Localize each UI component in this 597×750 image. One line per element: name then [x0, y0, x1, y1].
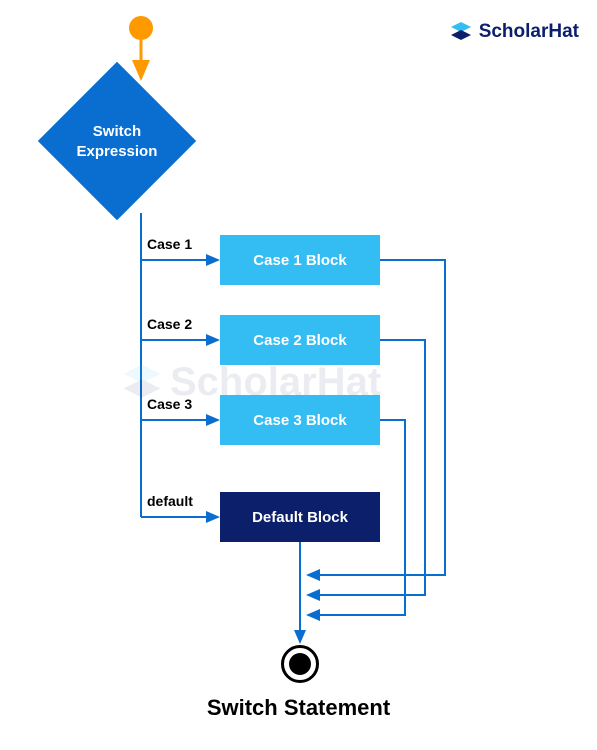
case3-label: Case 3 [147, 396, 192, 412]
default-block: Default Block [220, 492, 380, 542]
case2-block: Case 2 Block [220, 315, 380, 365]
diagram-title: Switch Statement [0, 695, 597, 721]
brand-icon [449, 20, 473, 44]
switch-line1: Switch [93, 123, 141, 140]
case1-label: Case 1 [147, 236, 192, 252]
start-node [129, 16, 153, 40]
switch-decision-label: Switch Expression [77, 122, 158, 161]
case2-label: Case 2 [147, 316, 192, 332]
default-label: default [147, 493, 193, 509]
flowchart-stage: Switch Expression Case 1 Case 2 Case 3 d… [0, 0, 597, 750]
switch-decision-wrap: Switch Expression [61, 85, 173, 197]
end-node-fill [289, 653, 311, 675]
end-node [281, 645, 319, 683]
brand-name: ScholarHat [479, 21, 579, 43]
brand-logo: ScholarHat [449, 20, 579, 44]
switch-decision: Switch Expression [38, 62, 196, 220]
case3-block: Case 3 Block [220, 395, 380, 445]
switch-line2: Expression [77, 142, 158, 159]
case1-block: Case 1 Block [220, 235, 380, 285]
